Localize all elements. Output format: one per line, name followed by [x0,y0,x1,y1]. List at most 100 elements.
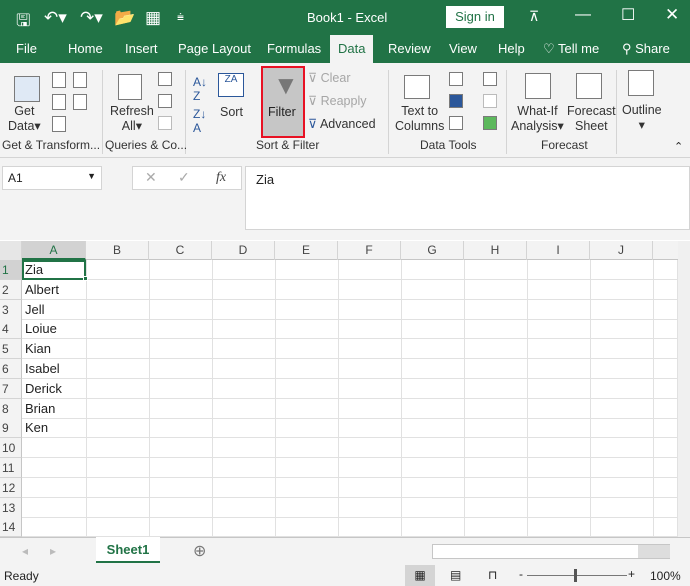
consolidate-icon[interactable] [483,72,497,86]
ribbon-display-options-icon[interactable]: ⊼ [529,8,539,25]
horizontal-scrollbar[interactable] [432,544,670,559]
row-header-14[interactable]: 14 [0,517,22,538]
column-header-I[interactable]: I [527,241,590,260]
tab-formulas[interactable]: Formulas [267,41,321,56]
tab-view[interactable]: View [449,41,477,56]
tab-home[interactable]: Home [68,41,103,56]
redo-icon[interactable]: ↷▾ [80,8,103,28]
cell-A5[interactable]: Kian [22,339,86,359]
undo-icon[interactable]: ↶▾ [44,8,67,28]
save-icon[interactable]: 🖫 [16,8,30,37]
row-header-3[interactable]: 3 [0,299,22,320]
reapply-button[interactable]: ⊽ Reapply [308,94,367,109]
manage-data-model-icon[interactable] [483,116,497,130]
row-header-8[interactable]: 8 [0,398,22,419]
get-data-button[interactable]: Get Data▾ [8,104,41,134]
column-header-J[interactable]: J [590,241,653,260]
prev-sheet-icon[interactable]: ◂ [22,544,28,558]
filter-button[interactable]: ▼ Filter [261,66,305,138]
data-validation-icon[interactable] [449,116,463,130]
from-text-icon[interactable] [52,72,66,88]
tab-file[interactable]: File [16,41,37,56]
sign-in-button[interactable]: Sign in [446,6,504,28]
row-header-9[interactable]: 9 [0,418,22,439]
column-header-G[interactable]: G [401,241,464,260]
column-header-H[interactable]: H [464,241,527,260]
clear-button[interactable]: ⊽ Clear [308,71,351,86]
fill-handle[interactable] [83,276,88,281]
column-header-E[interactable]: E [275,241,338,260]
row-header-13[interactable]: 13 [0,497,22,518]
remove-duplicates-icon[interactable] [449,94,463,108]
zoom-slider-thumb[interactable] [574,569,577,582]
column-header-D[interactable]: D [212,241,275,260]
row-header-4[interactable]: 4 [0,319,22,340]
column-header-A[interactable]: A [22,241,86,260]
minimize-button[interactable]: — [575,6,591,24]
share-button[interactable]: ⚲ Share [622,41,670,57]
new-sheet-button[interactable]: ⊕ [193,541,206,561]
recent-sources-icon[interactable] [73,72,87,88]
tab-data[interactable]: Data [330,35,374,63]
tab-page-layout[interactable]: Page Layout [178,41,251,56]
column-header-B[interactable]: B [86,241,149,260]
formula-input[interactable]: Zia [245,166,690,230]
queries-connections-icon[interactable] [158,72,172,86]
zoom-slider[interactable] [527,575,627,576]
form-icon[interactable]: ▦ [145,8,161,28]
zoom-level[interactable]: 100% [650,569,681,583]
normal-view-icon[interactable]: ▦ [405,565,435,586]
page-layout-view-icon[interactable]: ▤ [450,568,461,582]
sort-a-z-icon[interactable]: A↓ Z [193,75,207,103]
properties-icon[interactable] [158,94,172,108]
row-header-10[interactable]: 10 [0,438,22,459]
refresh-all-button[interactable]: Refresh All▾ [110,104,154,134]
row-header-2[interactable]: 2 [0,279,22,300]
from-web-icon[interactable] [52,94,66,110]
flash-fill-icon[interactable] [449,72,463,86]
edit-links-icon[interactable] [158,116,172,130]
select-all-button[interactable] [0,241,22,260]
cell-A4[interactable]: Loiue [22,319,86,339]
row-header-12[interactable]: 12 [0,477,22,498]
sort-button[interactable]: Sort [220,105,243,120]
collapse-ribbon-icon[interactable]: ⌃ [674,140,683,153]
cancel-icon[interactable]: ✕ [145,169,157,186]
row-header-5[interactable]: 5 [0,339,22,360]
cell-A8[interactable]: Brian [22,399,86,419]
page-break-view-icon[interactable]: ⊓ [488,568,497,582]
outline-button[interactable]: Outline ▾ [622,103,662,133]
open-folder-icon[interactable]: 📂 [114,8,135,28]
close-button[interactable]: ✕ [665,5,679,25]
row-header-7[interactable]: 7 [0,378,22,399]
row-header-6[interactable]: 6 [0,359,22,379]
column-header-F[interactable]: F [338,241,401,260]
sheet-tab-sheet1[interactable]: Sheet1 [96,537,160,563]
next-sheet-icon[interactable]: ▸ [50,544,56,558]
zoom-in-button[interactable]: + [628,567,635,581]
row-header-1[interactable]: 1 [0,260,22,280]
what-if-analysis-button[interactable]: What-If Analysis▾ [511,104,564,134]
from-table-icon[interactable] [52,116,66,132]
cell-A1[interactable]: Zia [22,260,86,280]
existing-connections-icon[interactable] [73,94,87,110]
tell-me-search[interactable]: ♡ Tell me [543,41,599,57]
tab-insert[interactable]: Insert [125,41,158,56]
cell-A7[interactable]: Derick [22,379,86,399]
column-header-C[interactable]: C [149,241,212,260]
enter-icon[interactable]: ✓ [178,169,190,186]
customize-qat-icon[interactable]: ⩧ [177,10,184,25]
sort-z-a-icon[interactable]: Z↓ A [193,107,206,135]
vertical-scrollbar[interactable] [678,241,690,537]
text-to-columns-button[interactable]: Text to Columns [395,104,444,134]
forecast-sheet-button[interactable]: Forecast Sheet [567,104,616,134]
maximize-button[interactable]: ☐ [621,5,635,25]
tab-review[interactable]: Review [388,41,431,56]
advanced-button[interactable]: ⊽ Advanced [308,117,376,132]
cell-A6[interactable]: Isabel [22,359,86,379]
tab-help[interactable]: Help [498,41,525,56]
insert-function-button[interactable]: fx [216,170,226,186]
name-box[interactable]: A1 ▼ [2,166,102,190]
cell-A3[interactable]: Jell [22,300,86,320]
zoom-out-button[interactable]: - [519,567,523,581]
